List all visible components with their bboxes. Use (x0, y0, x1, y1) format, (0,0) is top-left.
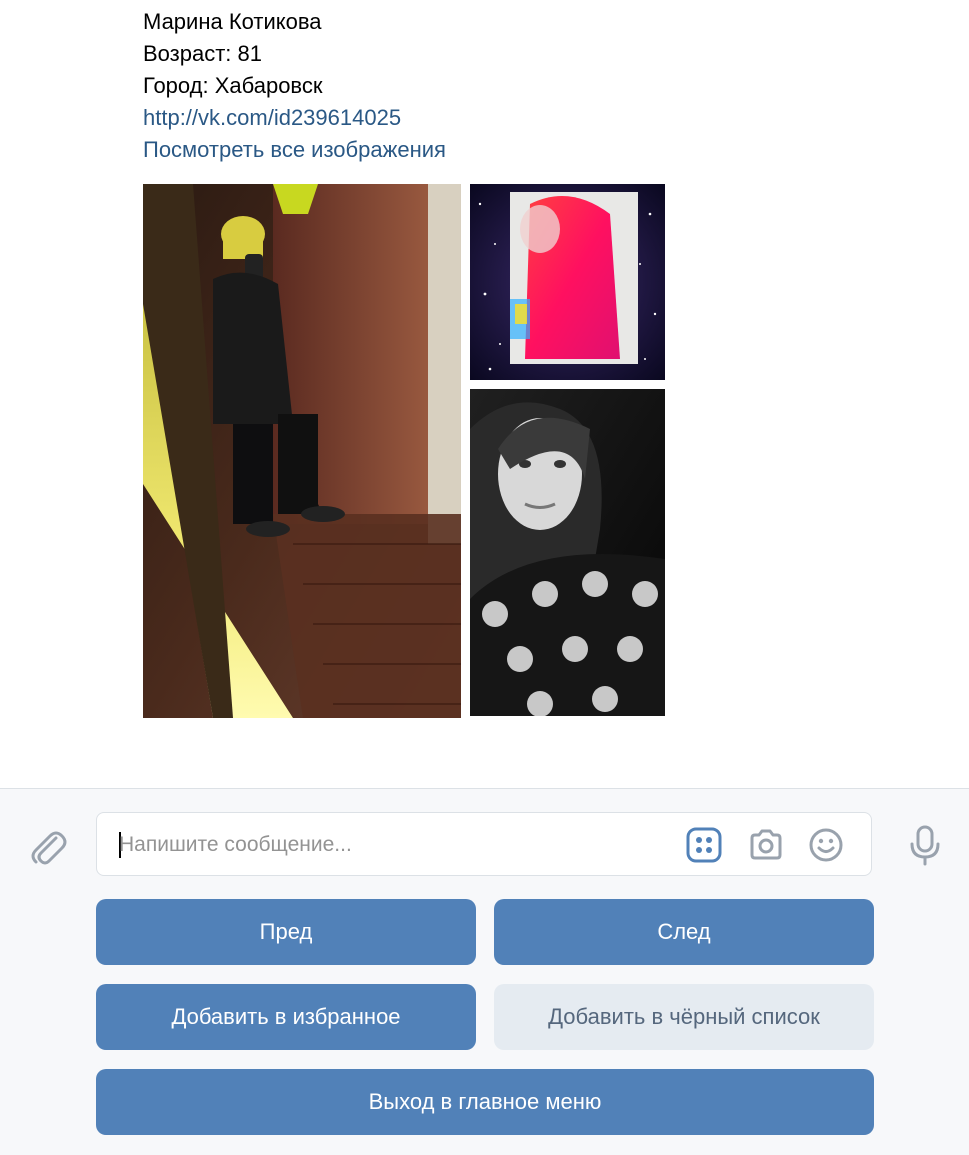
message-input[interactable] (119, 827, 659, 863)
profile-city: Город: Хабаровск (143, 73, 323, 98)
smile-icon[interactable] (807, 826, 845, 864)
view-all-images-link[interactable]: Посмотреть все изображения (143, 134, 843, 166)
bot-message: Марина Котикова Возраст: 81 Город: Хабар… (143, 6, 843, 166)
add-to-blacklist-button[interactable]: Добавить в чёрный список (494, 984, 874, 1050)
photo-bw-bear-sweater[interactable] (470, 389, 665, 716)
photo-yellow-hat-mirror-selfie[interactable] (143, 184, 461, 718)
camera-icon[interactable] (747, 826, 785, 864)
prev-button[interactable]: Пред (96, 899, 476, 965)
next-button[interactable]: След (494, 899, 874, 965)
photo-image (143, 184, 461, 718)
profile-name: Марина Котикова (143, 9, 322, 34)
add-to-favorites-button[interactable]: Добавить в избранное (96, 984, 476, 1050)
photo-image (470, 184, 665, 380)
profile-link[interactable]: http://vk.com/id239614025 (143, 102, 843, 134)
photo-red-hair-galaxy[interactable] (470, 184, 665, 380)
microphone-icon[interactable] (905, 824, 945, 866)
paperclip-icon[interactable] (26, 824, 68, 866)
chat-page: Марина Котикова Возраст: 81 Город: Хабар… (0, 0, 969, 1155)
photo-image (470, 389, 665, 716)
keyboard-grid-icon[interactable] (685, 826, 723, 864)
profile-age: Возраст: 81 (143, 41, 262, 66)
exit-to-main-menu-button[interactable]: Выход в главное меню (96, 1069, 874, 1135)
message-input-box (96, 812, 872, 876)
